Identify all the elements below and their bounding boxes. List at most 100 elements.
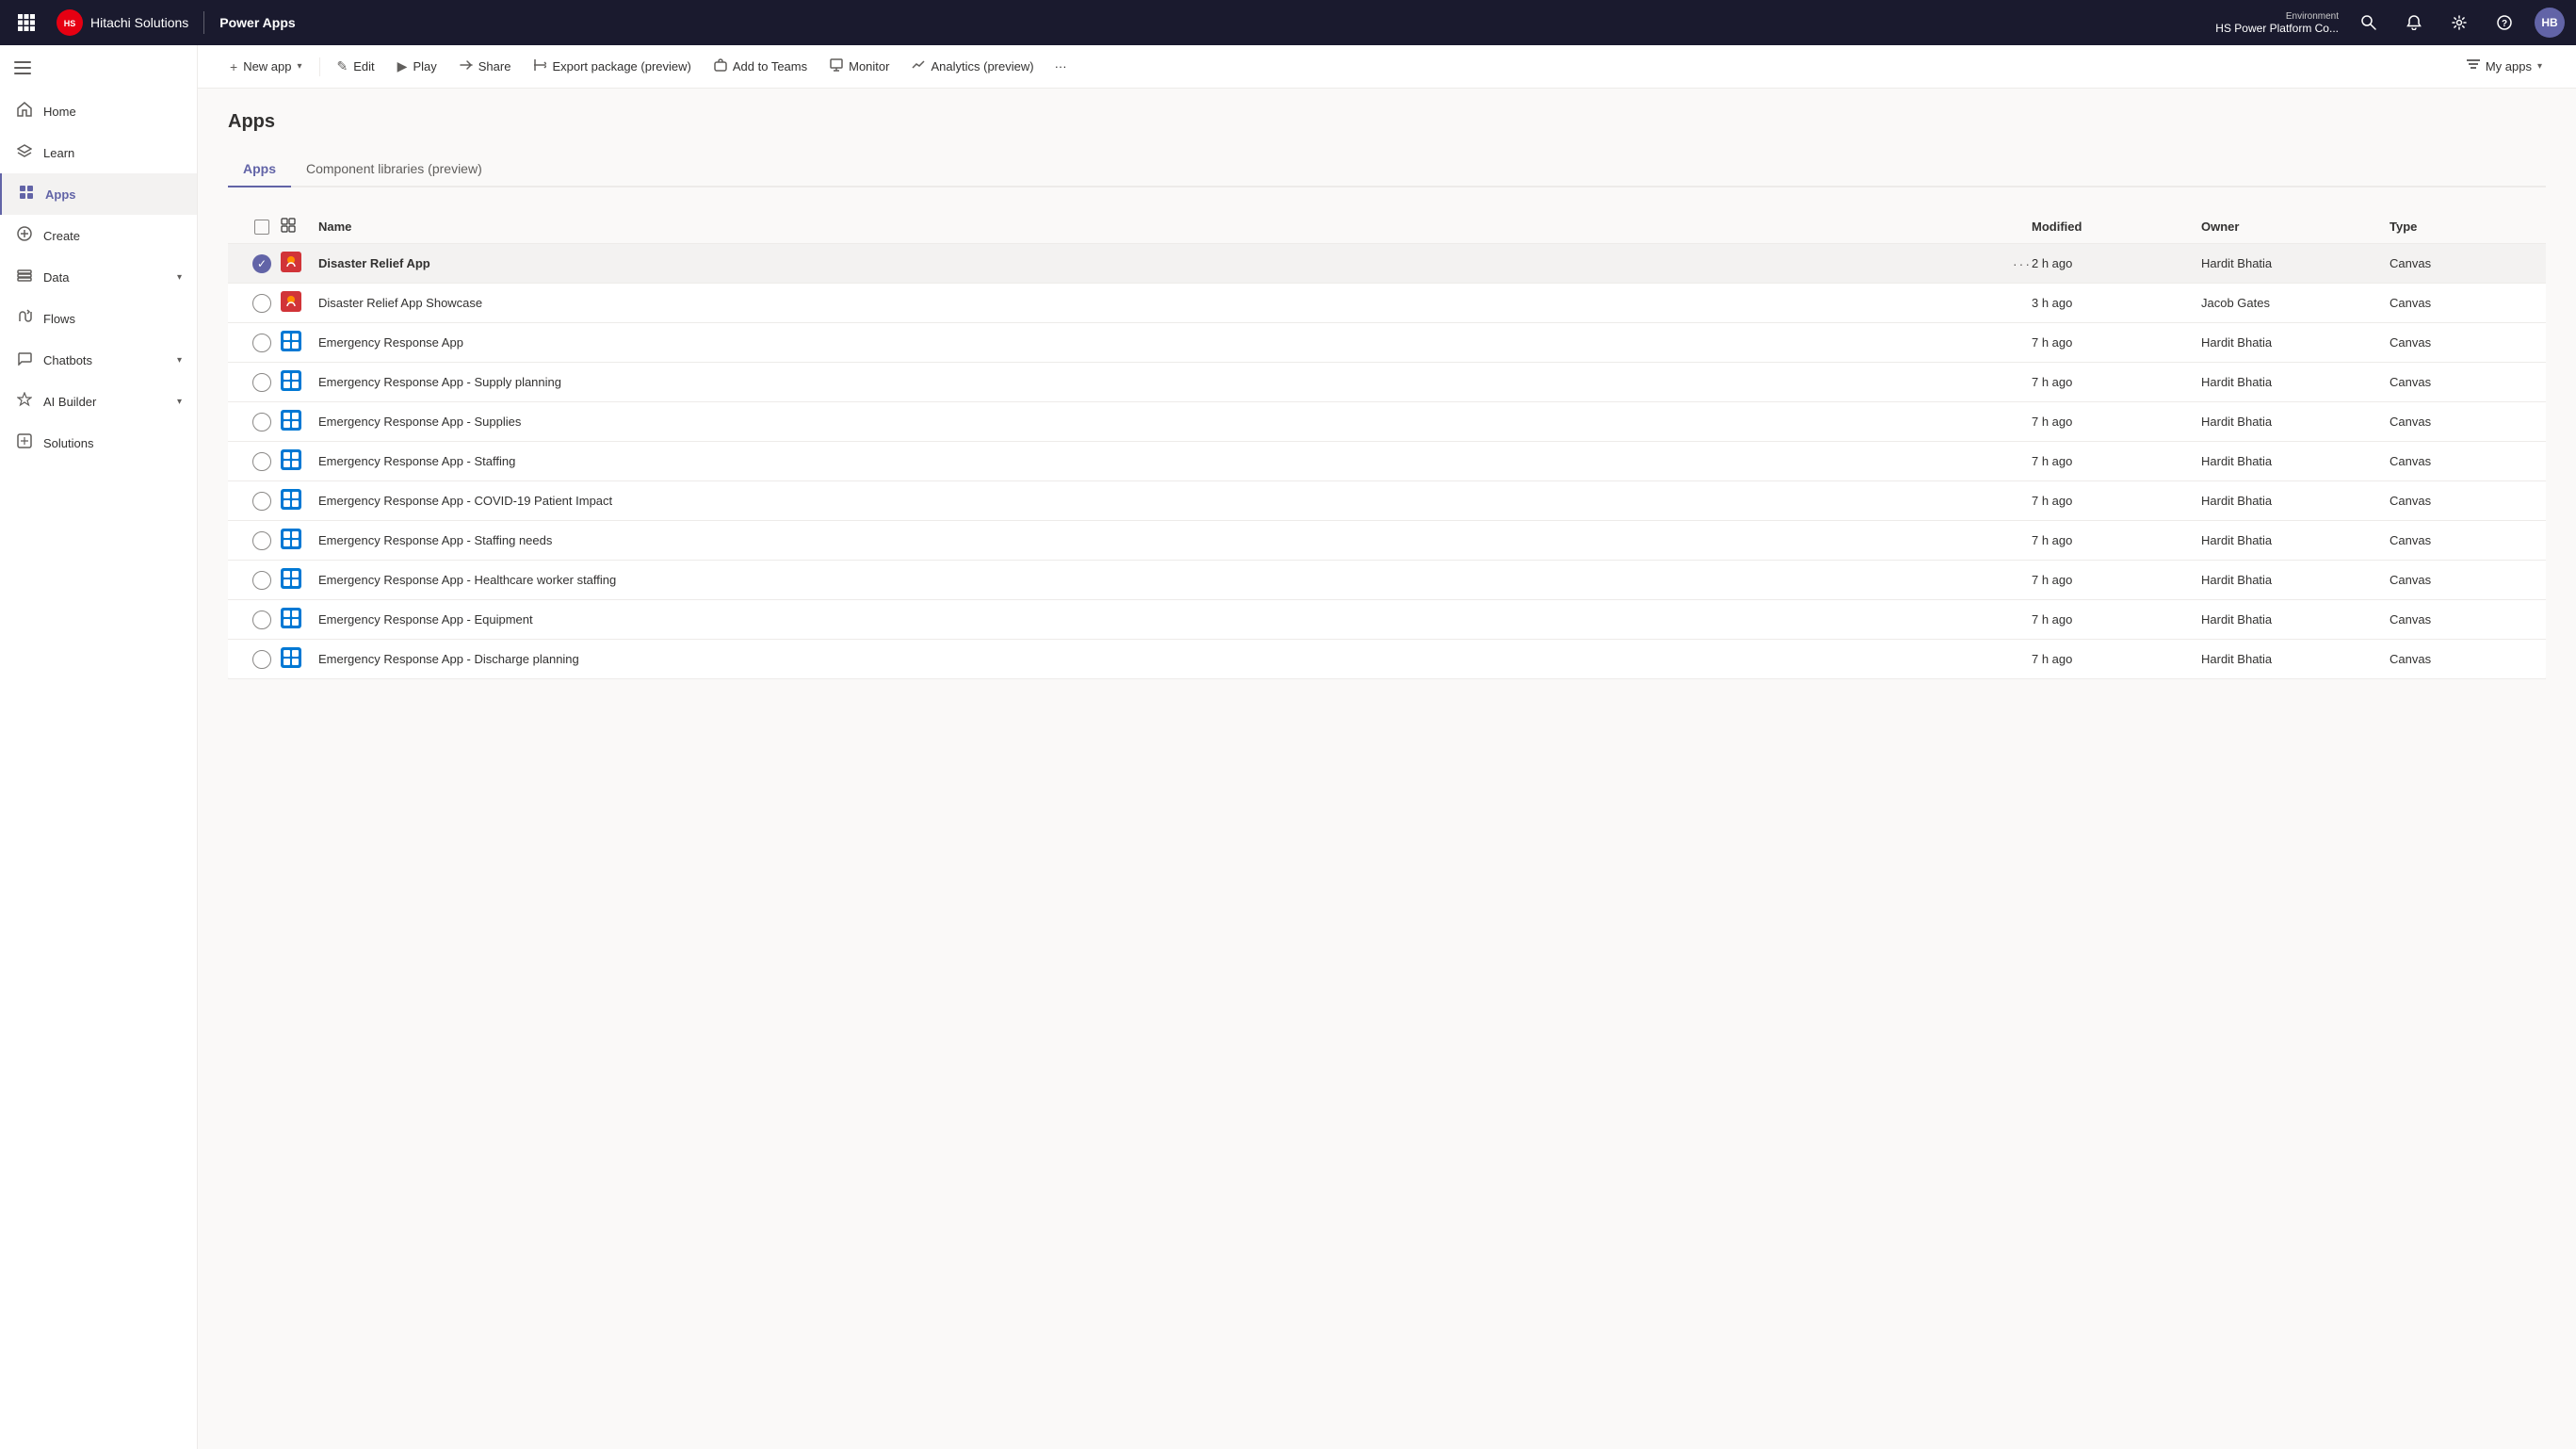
export-icon — [533, 58, 546, 74]
row-checkbox[interactable]: ✓ — [243, 254, 281, 273]
app-modified: 3 h ago — [2032, 296, 2201, 310]
sidebar-item-data[interactable]: Data ▾ — [0, 256, 197, 298]
row-checkbox[interactable] — [243, 452, 281, 471]
row-checkbox[interactable] — [243, 492, 281, 511]
environment-name: HS Power Platform Co... — [2215, 22, 2339, 35]
header-name: Name — [318, 220, 2032, 234]
app-name-text: Emergency Response App - Discharge plann… — [318, 652, 2005, 666]
topbar-right: Environment HS Power Platform Co... ? HB — [2215, 8, 2565, 38]
sidebar-item-apps-label: Apps — [45, 187, 76, 202]
row-checkbox[interactable] — [243, 334, 281, 352]
table-row[interactable]: Emergency Response App - Staffing ··· 7 … — [228, 442, 2546, 481]
app-name-text: Emergency Response App - Staffing needs — [318, 533, 2005, 547]
new-app-label: New app — [243, 59, 291, 73]
app-name-text: Emergency Response App - Supplies — [318, 415, 2005, 429]
app-name-text: Emergency Response App - Healthcare work… — [318, 573, 2005, 587]
app-owner: Hardit Bhatia — [2201, 375, 2390, 389]
sidebar-item-create[interactable]: Create — [0, 215, 197, 256]
row-checkbox[interactable] — [243, 413, 281, 431]
table-row[interactable]: Emergency Response App - Supply planning… — [228, 363, 2546, 402]
table-row[interactable]: Emergency Response App - Supplies ··· 7 … — [228, 402, 2546, 442]
settings-icon[interactable] — [2444, 8, 2474, 38]
row-checkbox[interactable] — [243, 373, 281, 392]
row-checkbox[interactable] — [243, 294, 281, 313]
edit-pencil-icon: ✎ — [337, 58, 348, 74]
more-options-button[interactable]: ··· — [1047, 54, 1075, 79]
table-row[interactable]: Emergency Response App - COVID-19 Patien… — [228, 481, 2546, 521]
sidebar-item-flows[interactable]: Flows — [0, 298, 197, 339]
environment-selector[interactable]: Environment HS Power Platform Co... — [2215, 11, 2339, 35]
analytics-icon — [912, 58, 925, 74]
company-name: Hitachi Solutions — [90, 15, 188, 30]
monitor-button[interactable]: Monitor — [820, 53, 899, 80]
table-row[interactable]: Emergency Response App ··· 7 h ago Hardi… — [228, 323, 2546, 363]
sidebar-toggle[interactable] — [0, 45, 45, 90]
export-button[interactable]: Export package (preview) — [524, 53, 700, 80]
share-button[interactable]: Share — [450, 53, 521, 80]
search-environments-icon[interactable] — [2354, 8, 2384, 38]
sidebar-item-home[interactable]: Home — [0, 90, 197, 132]
sidebar-item-apps[interactable]: Apps — [0, 173, 197, 215]
table-row[interactable]: Emergency Response App - Staffing needs … — [228, 521, 2546, 561]
filter-lines-icon — [2467, 59, 2480, 73]
environment-label: Environment — [2286, 11, 2339, 22]
flows-icon — [15, 309, 34, 329]
new-app-plus-icon: + — [230, 59, 237, 74]
apps-table: Name Modified Owner Type ✓ Disaster Reli… — [228, 210, 2546, 679]
share-label: Share — [478, 59, 511, 73]
chatbots-icon — [15, 350, 34, 370]
sidebar-item-chatbots-label: Chatbots — [43, 353, 92, 367]
header-icon-cell — [281, 218, 318, 236]
sidebar-item-solutions[interactable]: Solutions — [0, 422, 197, 464]
app-name-text: Emergency Response App - Equipment — [318, 612, 2005, 627]
create-icon — [15, 226, 34, 246]
play-button[interactable]: ▶ Play — [388, 53, 446, 80]
table-row[interactable]: ✓ Disaster Relief App ··· 2 h ago Hardit… — [228, 244, 2546, 284]
play-label: Play — [413, 59, 436, 73]
sidebar-item-home-label: Home — [43, 105, 76, 119]
more-dots-icon: ··· — [1055, 59, 1067, 73]
edit-button[interactable]: ✎ Edit — [328, 53, 384, 80]
monitor-label: Monitor — [849, 59, 889, 73]
table-row[interactable]: Emergency Response App - Equipment ··· 7… — [228, 600, 2546, 640]
chatbots-chevron-icon: ▾ — [177, 355, 182, 366]
sidebar-item-data-label: Data — [43, 270, 69, 285]
sidebar-item-flows-label: Flows — [43, 312, 75, 326]
apps-icon — [17, 185, 36, 204]
app-modified: 7 h ago — [2032, 454, 2201, 468]
app-name-cell: Disaster Relief App ··· — [318, 256, 2032, 271]
app-modified: 7 h ago — [2032, 533, 2201, 547]
new-app-chevron-icon: ▾ — [298, 61, 302, 72]
app-name: Power Apps — [219, 15, 295, 30]
ai-builder-chevron-icon: ▾ — [177, 397, 182, 407]
tab-apps[interactable]: Apps — [228, 152, 291, 187]
row-checkbox[interactable] — [243, 571, 281, 590]
waffle-icon[interactable] — [11, 8, 41, 38]
app-name-text: Emergency Response App - Staffing — [318, 454, 2005, 468]
sidebar-item-ai-builder[interactable]: AI Builder ▾ — [0, 381, 197, 422]
app-owner: Hardit Bhatia — [2201, 256, 2390, 270]
app-name-text: Emergency Response App - COVID-19 Patien… — [318, 494, 2005, 508]
table-row[interactable]: Disaster Relief App Showcase ··· 3 h ago… — [228, 284, 2546, 323]
sidebar-item-learn[interactable]: Learn — [0, 132, 197, 173]
help-icon[interactable]: ? — [2489, 8, 2519, 38]
learn-icon — [15, 143, 34, 163]
table-row[interactable]: Emergency Response App - Discharge plann… — [228, 640, 2546, 679]
row-context-menu[interactable]: ··· — [2013, 256, 2032, 271]
tab-component-libraries[interactable]: Component libraries (preview) — [291, 152, 497, 187]
header-checkbox[interactable] — [254, 220, 269, 235]
user-avatar[interactable]: HB — [2535, 8, 2565, 38]
row-checkbox[interactable] — [243, 611, 281, 629]
table-row[interactable]: Emergency Response App - Healthcare work… — [228, 561, 2546, 600]
analytics-button[interactable]: Analytics (preview) — [902, 53, 1043, 80]
my-apps-button[interactable]: My apps ▾ — [2455, 54, 2553, 79]
add-to-teams-button[interactable]: Add to Teams — [705, 53, 817, 80]
row-checkbox[interactable] — [243, 531, 281, 550]
app-type: Canvas — [2390, 612, 2531, 627]
share-icon — [460, 58, 473, 74]
app-icon — [281, 529, 318, 552]
sidebar-item-chatbots[interactable]: Chatbots ▾ — [0, 339, 197, 381]
new-app-button[interactable]: + New app ▾ — [220, 54, 312, 80]
row-checkbox[interactable] — [243, 650, 281, 669]
notifications-icon[interactable] — [2399, 8, 2429, 38]
